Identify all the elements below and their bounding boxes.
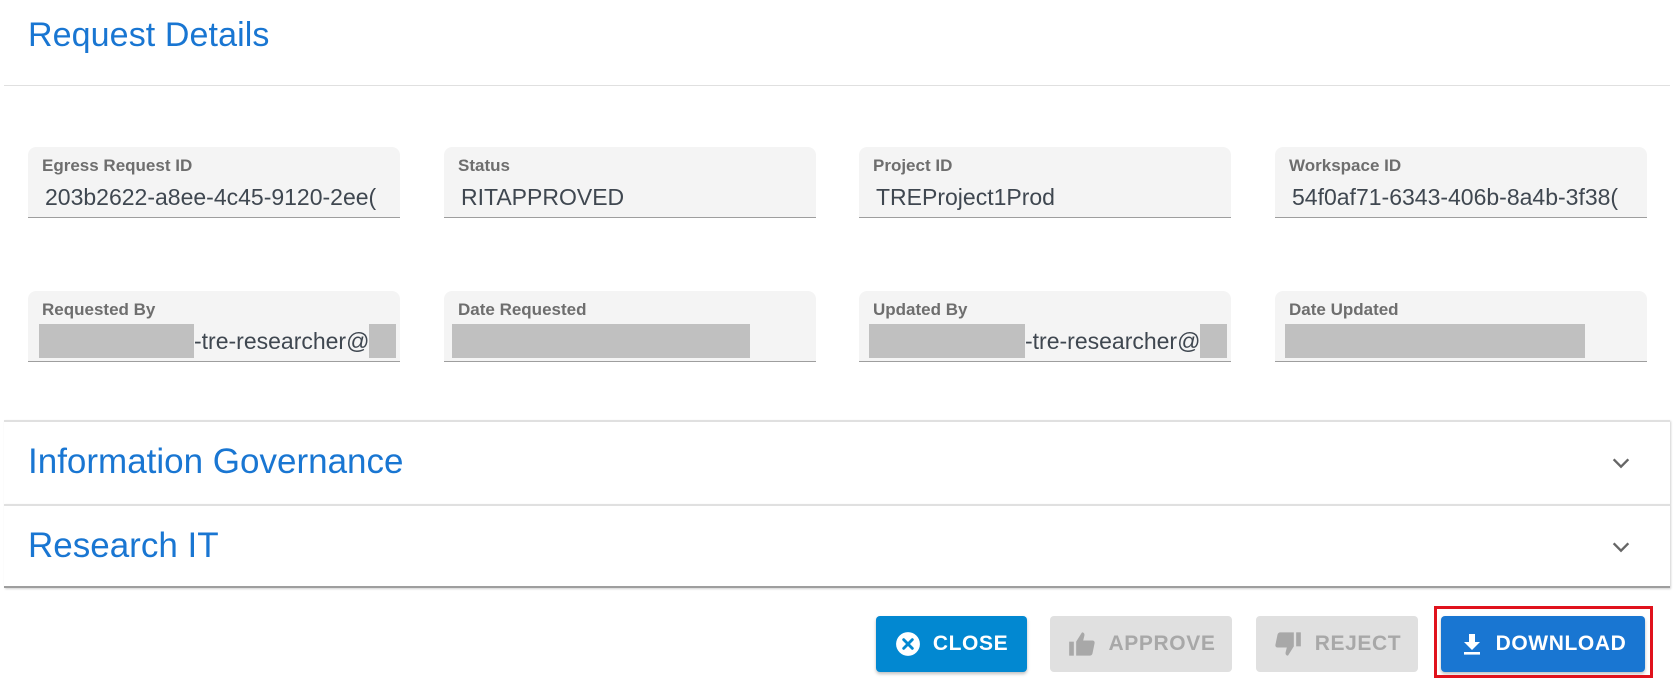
field-label: Workspace ID xyxy=(1289,156,1402,175)
updated-by-value: -tre-researcher@ xyxy=(1025,327,1201,354)
field-value xyxy=(1285,324,1643,358)
status-field[interactable]: Status RITAPPROVED xyxy=(444,147,816,218)
field-label: Egress Request ID xyxy=(42,156,193,175)
approve-button-label: APPROVE xyxy=(1108,632,1216,655)
egress-request-id-value: 203b2622-a8ee-4c45-9120-2ee( xyxy=(45,183,377,210)
header: Request Details xyxy=(4,0,1670,86)
reject-button[interactable]: REJECT xyxy=(1256,616,1418,672)
workspace-id-value: 54f0af71-6343-406b-8a4b-3f38( xyxy=(1292,183,1619,210)
redacted-block xyxy=(869,324,1025,358)
requested-by-field[interactable]: Requested By -tre-researcher@ xyxy=(28,291,400,362)
field-value: RITAPPROVED xyxy=(461,180,812,214)
field-label: Project ID xyxy=(873,156,953,175)
redacted-block xyxy=(452,324,750,358)
field-value: 54f0af71-6343-406b-8a4b-3f38( xyxy=(1292,180,1643,214)
close-button[interactable]: CLOSE xyxy=(876,616,1027,672)
field-value xyxy=(452,324,812,358)
field-label: Date Updated xyxy=(1289,300,1399,319)
status-value: RITAPPROVED xyxy=(461,183,625,210)
chevron-down-icon[interactable] xyxy=(1610,452,1632,474)
redacted-block xyxy=(39,324,194,358)
download-button-label: DOWNLOAD xyxy=(1495,632,1627,655)
field-value: -tre-researcher@ xyxy=(869,324,1227,358)
download-button[interactable]: DOWNLOAD xyxy=(1441,616,1645,672)
project-id-field[interactable]: Project ID TREProject1Prod xyxy=(859,147,1231,218)
field-label: Updated By xyxy=(873,300,968,319)
field-label: Date Requested xyxy=(458,300,587,319)
accordion-information-governance[interactable]: Information Governance xyxy=(4,420,1670,504)
field-value: -tre-researcher@ xyxy=(39,324,396,358)
chevron-down-icon[interactable] xyxy=(1610,536,1632,558)
project-id-value: TREProject1Prod xyxy=(876,183,1055,210)
reject-button-label: REJECT xyxy=(1314,632,1402,655)
redacted-block xyxy=(369,324,396,358)
redacted-block xyxy=(1285,324,1585,358)
requested-by-value: -tre-researcher@ xyxy=(194,327,370,354)
thumbs-down-icon xyxy=(1275,632,1301,656)
approve-button[interactable]: APPROVE xyxy=(1050,616,1232,672)
date-updated-field[interactable]: Date Updated xyxy=(1275,291,1647,362)
request-details-page: Request Details Egress Request ID 203b26… xyxy=(0,0,1674,678)
page-title: Request Details xyxy=(28,16,270,54)
download-icon xyxy=(1463,634,1480,655)
close-button-label: CLOSE xyxy=(932,632,1009,655)
date-requested-field[interactable]: Date Requested xyxy=(444,291,816,362)
redacted-block xyxy=(1200,324,1227,358)
accordion-title: Research IT xyxy=(28,526,219,565)
field-label: Requested By xyxy=(42,300,156,319)
workspace-id-field[interactable]: Workspace ID 54f0af71-6343-406b-8a4b-3f3… xyxy=(1275,147,1647,218)
field-label: Status xyxy=(458,156,510,175)
thumbs-up-icon xyxy=(1068,632,1095,656)
accordion-research-it[interactable]: Research IT xyxy=(4,504,1670,588)
field-value: TREProject1Prod xyxy=(876,180,1227,214)
accordion-title: Information Governance xyxy=(28,442,404,481)
updated-by-field[interactable]: Updated By -tre-researcher@ xyxy=(859,291,1231,362)
close-circle-icon xyxy=(895,632,920,656)
egress-request-id-field[interactable]: Egress Request ID 203b2622-a8ee-4c45-912… xyxy=(28,147,400,218)
field-value: 203b2622-a8ee-4c45-9120-2ee( xyxy=(45,180,396,214)
